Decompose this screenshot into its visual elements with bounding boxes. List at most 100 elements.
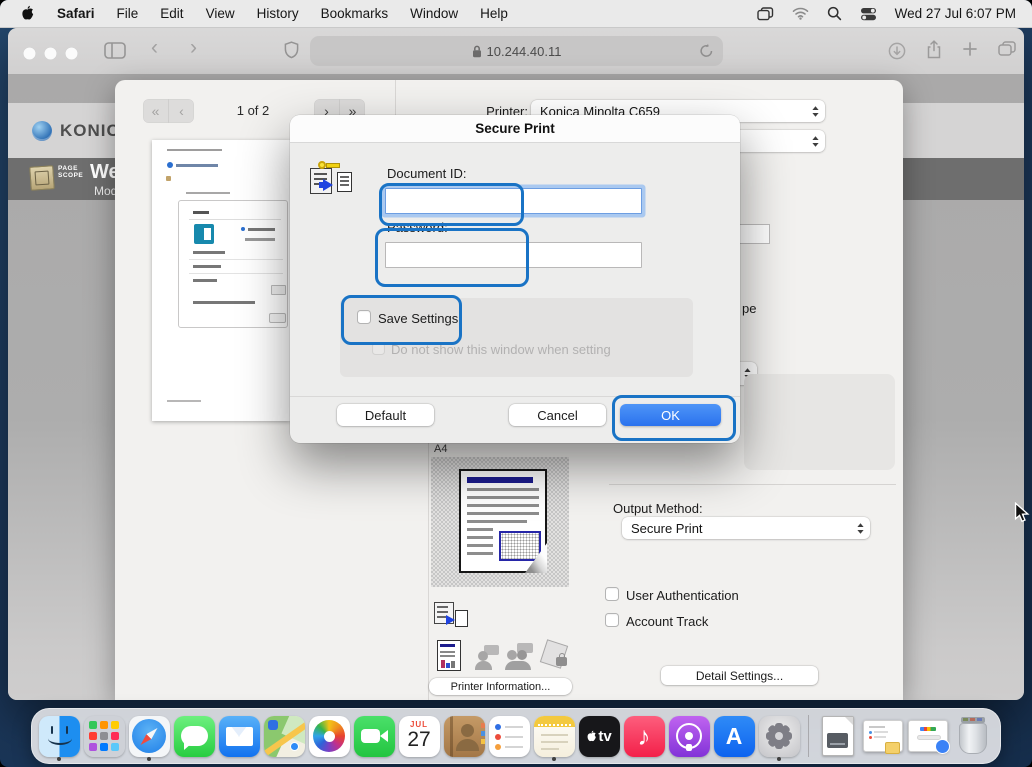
address-bar-url: 10.244.40.11 [487, 44, 562, 59]
output-method-value: Secure Print [631, 521, 703, 536]
forward-button[interactable]: › [190, 36, 197, 60]
dock-podcasts[interactable] [668, 712, 710, 760]
menu-edit[interactable]: Edit [160, 6, 183, 21]
spotlight-search-icon[interactable] [827, 6, 842, 21]
maps-icon [264, 716, 305, 757]
dock-calendar[interactable]: JUL 27 [398, 712, 440, 760]
stage-manager-icon[interactable] [757, 7, 774, 21]
music-note-glyph: ♪ [638, 723, 651, 749]
dock-contacts[interactable] [443, 712, 485, 760]
cancel-button[interactable]: Cancel [509, 404, 606, 426]
downloads-icon[interactable] [888, 42, 906, 65]
menu-view[interactable]: View [206, 6, 235, 21]
apple-menu-icon[interactable] [20, 5, 35, 22]
document-report-icon [437, 640, 463, 673]
back-button[interactable]: ‹ [151, 36, 158, 60]
menu-bookmarks[interactable]: Bookmarks [321, 6, 389, 21]
privacy-shield-icon[interactable] [284, 41, 299, 64]
running-indicator [147, 757, 151, 761]
dock-app-store[interactable]: A [713, 712, 755, 760]
default-button[interactable]: Default [337, 404, 434, 426]
wifi-icon[interactable] [792, 7, 809, 20]
dock-trash[interactable] [952, 712, 994, 760]
appletv-label: tv [598, 728, 611, 745]
tab-overview-icon[interactable] [998, 41, 1016, 62]
chevron-up-down-icon [856, 522, 865, 535]
account-track-checkbox[interactable] [605, 613, 619, 627]
document-file-icon [818, 716, 859, 757]
dock-messages[interactable] [173, 712, 215, 760]
menu-history[interactable]: History [257, 6, 299, 21]
print-preview-page [152, 140, 290, 421]
account-track-label: Account Track [626, 614, 708, 629]
output-method-select[interactable]: Secure Print [622, 517, 870, 539]
dock-document-file[interactable] [817, 712, 859, 760]
output-method-label: Output Method: [613, 501, 703, 516]
paper-preview-page-icon [459, 469, 547, 573]
menu-app-name[interactable]: Safari [57, 6, 95, 21]
dock-minimized-window-2[interactable] [907, 712, 949, 760]
window-zoom-button[interactable] [65, 47, 78, 60]
dock-finder[interactable] [38, 712, 80, 760]
truncated-label: pe [742, 301, 756, 316]
user-authentication-checkbox[interactable] [605, 587, 619, 601]
annotation-document-id [379, 183, 524, 226]
safari-icon [129, 716, 170, 757]
secure-print-dialog: Secure Print Document ID: Password: Save… [290, 115, 740, 443]
screen: Safari File Edit View History Bookmarks … [0, 0, 1032, 767]
contacts-icon [444, 716, 485, 757]
system-settings-icon [759, 716, 800, 757]
minimized-window-2-thumbnail [908, 716, 949, 757]
menu-file[interactable]: File [117, 6, 139, 21]
reload-icon[interactable] [699, 43, 714, 62]
messages-icon [174, 716, 215, 757]
running-indicator [57, 757, 61, 761]
calendar-icon: JUL 27 [399, 716, 440, 757]
menu-clock[interactable]: Wed 27 Jul 6:07 PM [895, 6, 1016, 21]
appletv-icon: tv [579, 716, 620, 757]
menu-bar: Safari File Edit View History Bookmarks … [0, 0, 1032, 28]
driver-group-box-partial [744, 374, 895, 470]
pagescope-small-text: PAGESCOPE [58, 165, 83, 179]
finder-icon [39, 716, 80, 757]
mouse-cursor [1014, 502, 1032, 528]
previous-page-button[interactable]: ‹ [168, 99, 194, 123]
facetime-icon [354, 716, 395, 757]
window-minimize-button[interactable] [44, 47, 57, 60]
dock-reminders[interactable] [488, 712, 530, 760]
dock-safari[interactable] [128, 712, 170, 760]
trash-icon [953, 716, 994, 757]
annotation-ok-button [612, 395, 736, 441]
paper-preview-area [431, 457, 569, 587]
safari-toolbar: ‹ › 10.244.40.11 [8, 28, 1024, 75]
share-icon[interactable] [926, 40, 942, 65]
menu-window[interactable]: Window [410, 6, 458, 21]
settings-separator [609, 484, 896, 485]
printer-information-button[interactable]: Printer Information... [429, 678, 572, 695]
dock-maps[interactable] [263, 712, 305, 760]
dock-photos[interactable] [308, 712, 350, 760]
dock-launchpad[interactable] [83, 712, 125, 760]
paper-size-label: A4 [434, 443, 447, 455]
dock-appletv[interactable]: tv [578, 712, 620, 760]
menu-help[interactable]: Help [480, 6, 508, 21]
control-center-icon[interactable] [860, 7, 877, 21]
konica-globe-logo-icon [32, 121, 52, 141]
dock-notes[interactable] [533, 712, 575, 760]
sidebar-toggle-icon[interactable] [104, 42, 126, 64]
dock-system-settings[interactable] [758, 712, 800, 760]
pagescope-subtitle-text: Mod [94, 184, 117, 198]
window-close-button[interactable] [23, 47, 36, 60]
dock-music[interactable]: ♪ [623, 712, 665, 760]
dock-mail[interactable] [218, 712, 260, 760]
reminders-icon [489, 716, 530, 757]
annotation-save-settings [341, 295, 462, 345]
dock-facetime[interactable] [353, 712, 395, 760]
address-bar[interactable]: 10.244.40.11 [310, 36, 723, 66]
dock-minimized-window-1[interactable] [862, 712, 904, 760]
new-tab-icon[interactable] [962, 41, 978, 62]
calendar-day: 27 [399, 729, 440, 751]
detail-settings-button[interactable]: Detail Settings... [661, 666, 818, 685]
first-page-button[interactable]: « [143, 99, 168, 123]
user-authentication-label: User Authentication [626, 588, 739, 603]
